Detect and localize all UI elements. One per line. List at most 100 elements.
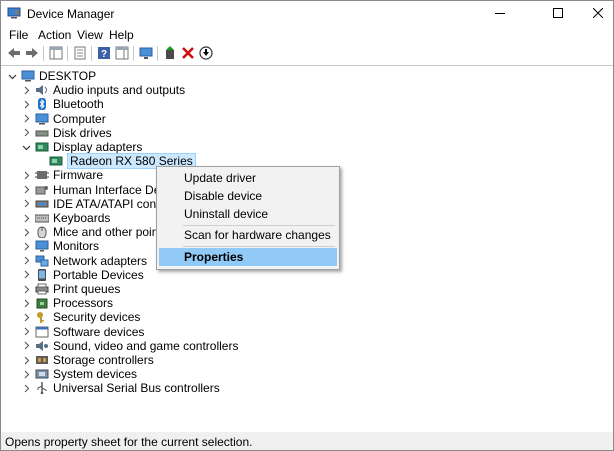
tree-item-processors[interactable]: Processors	[21, 296, 113, 310]
tree-item-security-devices[interactable]: Security devices	[21, 310, 140, 324]
tree-item-universal-serial-bus-controllers[interactable]: Universal Serial Bus controllers	[21, 381, 220, 395]
tree-item-system-devices[interactable]: System devices	[21, 367, 137, 381]
tree-item-network-adapters[interactable]: Network adapters	[21, 254, 147, 268]
expand-chevron-icon[interactable]	[21, 339, 31, 353]
menu-item-update-driver[interactable]: Update driver	[159, 169, 337, 187]
svg-text:?: ?	[101, 49, 107, 60]
expand-chevron-icon[interactable]	[21, 211, 31, 225]
menu-item-scan-hardware[interactable]: Scan for hardware changes	[159, 226, 337, 244]
tree-item-sound-video-and-game-controllers[interactable]: Sound, video and game controllers	[21, 339, 238, 353]
tree-item-computer[interactable]: Computer	[21, 112, 106, 126]
tree-item-label: Network adapters	[53, 253, 148, 268]
printer-icon	[35, 283, 49, 295]
expand-chevron-icon[interactable]	[21, 168, 31, 182]
tree-item-display-adapters[interactable]: Display adapters	[21, 140, 142, 154]
menu-view[interactable]: View	[77, 28, 103, 42]
tree-item-keyboards[interactable]: Keyboards	[21, 211, 110, 225]
menu-item-disable-device[interactable]: Disable device	[159, 187, 337, 205]
title-bar[interactable]: Device Manager	[1, 1, 613, 25]
ide-controller-icon	[35, 198, 49, 210]
toolbar: ?	[1, 45, 613, 63]
display-adapter-icon	[35, 141, 49, 153]
expand-chevron-icon[interactable]	[21, 225, 31, 239]
tree-item-audio-inputs-and-outputs[interactable]: Audio inputs and outputs	[21, 83, 185, 97]
keyboard-icon	[35, 212, 49, 224]
properties-sheet-icon[interactable]	[72, 45, 88, 61]
toolbar-separator	[43, 46, 44, 61]
menu-item-properties[interactable]: Properties	[159, 248, 337, 266]
uninstall-x-icon[interactable]	[180, 45, 196, 61]
tree-item-print-queues[interactable]: Print queues	[21, 282, 120, 296]
tree-root[interactable]: DESKTOP	[7, 69, 96, 83]
update-driver-icon[interactable]	[162, 45, 178, 61]
status-bar: Opens property sheet for the current sel…	[1, 432, 613, 450]
toolbar-separator	[157, 46, 158, 61]
expand-chevron-icon[interactable]	[21, 367, 31, 381]
tree-item-label: Portable Devices	[53, 267, 144, 282]
menu-help[interactable]: Help	[109, 28, 134, 42]
expand-chevron-icon[interactable]	[21, 381, 31, 395]
tree-item-label: Bluetooth	[53, 97, 104, 112]
expand-chevron-icon[interactable]	[21, 83, 31, 97]
sound-icon	[35, 340, 49, 352]
expand-chevron-icon[interactable]	[21, 353, 31, 367]
tree-item-monitors[interactable]: Monitors	[21, 239, 99, 253]
expand-chevron-icon[interactable]	[21, 126, 31, 140]
tree-item-label: Disk drives	[53, 125, 112, 140]
tree-item-portable-devices[interactable]: Portable Devices	[21, 268, 144, 282]
tree-item-firmware[interactable]: Firmware	[21, 168, 103, 182]
tree-item-label: Universal Serial Bus controllers	[53, 381, 220, 396]
expand-chevron-icon[interactable]	[21, 325, 31, 339]
portable-device-icon	[35, 268, 49, 281]
menu-item-label: Properties	[184, 250, 244, 264]
expand-chevron-icon[interactable]	[21, 254, 31, 268]
software-device-icon	[35, 326, 49, 338]
close-button[interactable]	[575, 1, 614, 25]
expand-chevron-icon[interactable]	[21, 239, 31, 253]
tree-item-label: Sound, video and game controllers	[53, 338, 239, 353]
back-arrow-icon[interactable]	[6, 45, 22, 61]
toolbar-separator	[91, 46, 92, 61]
storage-controller-icon	[35, 354, 49, 366]
tree-item-label: Display adapters	[53, 140, 143, 154]
expand-chevron-icon[interactable]	[21, 197, 31, 211]
expand-chevron-icon[interactable]	[21, 296, 31, 310]
action-pane-icon[interactable]	[114, 45, 130, 61]
tree-item-label: Security devices	[53, 310, 141, 325]
expand-chevron-icon[interactable]	[21, 97, 31, 111]
tree-item-mice-and-other-pointing[interactable]: Mice and other pointing	[21, 225, 178, 239]
expand-chevron-icon[interactable]	[21, 282, 31, 296]
show-hide-tree-icon[interactable]	[48, 45, 64, 61]
expand-chevron-icon[interactable]	[21, 183, 31, 197]
collapse-chevron-icon[interactable]	[7, 69, 17, 83]
monitor-icon[interactable]	[138, 45, 154, 61]
security-key-icon	[35, 311, 49, 324]
help-icon[interactable]: ?	[96, 45, 112, 61]
expand-chevron-icon[interactable]	[21, 112, 31, 126]
tree-item-software-devices[interactable]: Software devices	[21, 325, 144, 339]
tree-item-bluetooth[interactable]: Bluetooth	[21, 97, 104, 111]
network-adapter-icon	[35, 255, 49, 267]
computer-icon	[35, 113, 49, 125]
expand-chevron-icon[interactable]	[21, 268, 31, 282]
menu-file[interactable]: File	[9, 28, 28, 42]
expand-chevron-icon[interactable]	[21, 310, 31, 324]
usb-icon	[35, 382, 49, 395]
menu-item-label: Scan for hardware changes	[184, 228, 331, 242]
tree-item-label: Monitors	[53, 239, 100, 254]
menu-item-uninstall-device[interactable]: Uninstall device	[159, 205, 337, 223]
tree-item-label: Audio inputs and outputs	[53, 83, 186, 98]
window-title: Device Manager	[27, 7, 115, 21]
menu-action[interactable]: Action	[38, 28, 71, 42]
collapse-chevron-icon[interactable]	[21, 140, 31, 154]
enable-device-icon[interactable]	[198, 45, 214, 61]
device-manager-window: Device Manager File Action View Help ? D…	[0, 0, 614, 451]
forward-arrow-icon[interactable]	[24, 45, 40, 61]
menu-item-label: Disable device	[184, 189, 263, 203]
tree-item-disk-drives[interactable]: Disk drives	[21, 126, 112, 140]
tree-item-label: Software devices	[53, 324, 145, 339]
menu-item-label: Uninstall device	[184, 207, 269, 221]
tree-item-storage-controllers[interactable]: Storage controllers	[21, 353, 154, 367]
minimize-button[interactable]	[477, 1, 523, 25]
toolbar-separator	[67, 46, 68, 61]
